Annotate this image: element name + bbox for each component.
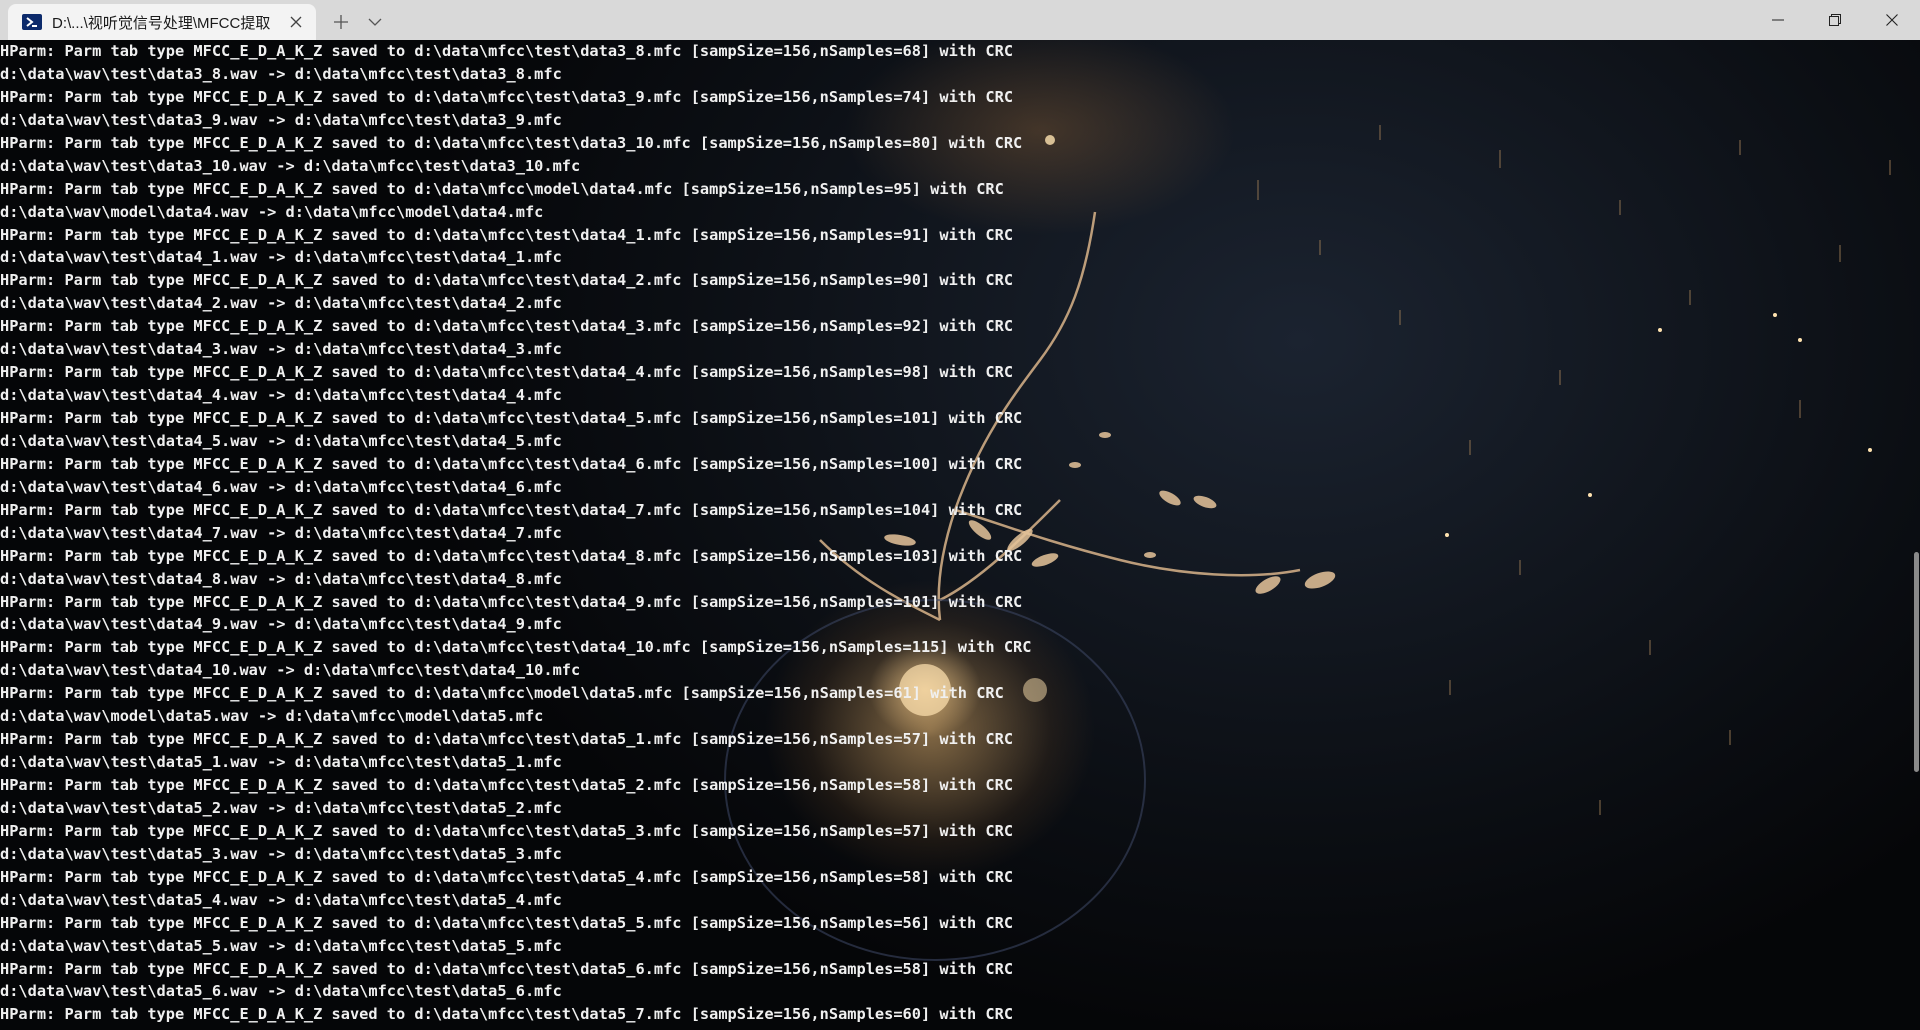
terminal-line: d:\data\wav\test\data3_8.wav -> d:\data\… (0, 64, 562, 83)
minimize-button[interactable] (1749, 0, 1806, 40)
terminal-line: HParm: Parm tab type MFCC_E_D_A_K_Z save… (0, 592, 1023, 611)
terminal-line: d:\data\wav\test\data4_10.wav -> d:\data… (0, 661, 581, 680)
terminal-line: d:\data\wav\test\data4_9.wav -> d:\data\… (0, 615, 562, 634)
terminal-line: HParm: Parm tab type MFCC_E_D_A_K_Z save… (0, 913, 1014, 932)
terminal-line: HParm: Parm tab type MFCC_E_D_A_K_Z save… (0, 454, 1023, 473)
terminal-line: HParm: Parm tab type MFCC_E_D_A_K_Z save… (0, 500, 1023, 519)
terminal-line: HParm: Parm tab type MFCC_E_D_A_K_Z save… (0, 1005, 1014, 1024)
terminal-pane[interactable]: HParm: Parm tab type MFCC_E_D_A_K_Z save… (0, 40, 1920, 1030)
terminal-line: d:\data\wav\test\data5_5.wav -> d:\data\… (0, 936, 562, 955)
terminal-line: HParm: Parm tab type MFCC_E_D_A_K_Z save… (0, 363, 1014, 382)
terminal-line: d:\data\wav\test\data5_2.wav -> d:\data\… (0, 798, 562, 817)
terminal-line: d:\data\wav\test\data5_3.wav -> d:\data\… (0, 844, 562, 863)
window-close-button[interactable] (1863, 0, 1920, 40)
terminal-line: d:\data\wav\test\data4_4.wav -> d:\data\… (0, 386, 562, 405)
terminal-line: HParm: Parm tab type MFCC_E_D_A_K_Z save… (0, 87, 1014, 106)
tab-dropdown-button[interactable] (358, 4, 392, 40)
terminal-line: HParm: Parm tab type MFCC_E_D_A_K_Z save… (0, 821, 1014, 840)
terminal-line: d:\data\wav\test\data3_9.wav -> d:\data\… (0, 110, 562, 129)
terminal-line: HParm: Parm tab type MFCC_E_D_A_K_Z save… (0, 684, 1004, 703)
scrollbar-thumb[interactable] (1914, 552, 1919, 772)
terminal-line: HParm: Parm tab type MFCC_E_D_A_K_Z save… (0, 179, 1004, 198)
terminal-line: d:\data\wav\model\data4.wav -> d:\data\m… (0, 202, 544, 221)
terminal-line: d:\data\wav\test\data4_3.wav -> d:\data\… (0, 340, 562, 359)
new-tab-button[interactable] (324, 4, 358, 40)
close-icon (1885, 14, 1898, 26)
terminal-line: d:\data\wav\test\data4_7.wav -> d:\data\… (0, 523, 562, 542)
terminal-line: HParm: Parm tab type MFCC_E_D_A_K_Z save… (0, 638, 1032, 657)
terminal-tab[interactable]: D:\...\视听觉信号处理\MFCC提取 (8, 4, 316, 40)
terminal-line: HParm: Parm tab type MFCC_E_D_A_K_Z save… (0, 546, 1023, 565)
terminal-line: HParm: Parm tab type MFCC_E_D_A_K_Z save… (0, 317, 1014, 336)
tab-title: D:\...\视听觉信号处理\MFCC提取 (52, 14, 271, 32)
terminal-line: HParm: Parm tab type MFCC_E_D_A_K_Z save… (0, 133, 1023, 152)
restore-icon (1828, 14, 1841, 26)
terminal-line: d:\data\wav\model\data5.wav -> d:\data\m… (0, 707, 544, 726)
terminal-line: HParm: Parm tab type MFCC_E_D_A_K_Z save… (0, 42, 1014, 60)
terminal-line: d:\data\wav\test\data5_1.wav -> d:\data\… (0, 753, 562, 772)
terminal-line: d:\data\wav\test\data3_10.wav -> d:\data… (0, 156, 581, 175)
terminal-line: d:\data\wav\test\data5_6.wav -> d:\data\… (0, 982, 562, 1001)
terminal-line: d:\data\wav\test\data4_8.wav -> d:\data\… (0, 569, 562, 588)
terminal-line: HParm: Parm tab type MFCC_E_D_A_K_Z save… (0, 867, 1014, 886)
terminal-line: d:\data\wav\test\data5_4.wav -> d:\data\… (0, 890, 562, 909)
plus-icon (334, 15, 348, 29)
terminal-line: d:\data\wav\test\data4_5.wav -> d:\data\… (0, 431, 562, 450)
terminal-line: d:\data\wav\test\data4_1.wav -> d:\data\… (0, 248, 562, 267)
terminal-line: HParm: Parm tab type MFCC_E_D_A_K_Z save… (0, 776, 1014, 794)
chevron-down-icon (368, 18, 382, 26)
terminal-line: HParm: Parm tab type MFCC_E_D_A_K_Z save… (0, 271, 1014, 290)
powershell-icon (22, 14, 42, 30)
scrollbar[interactable] (1912, 40, 1920, 1030)
terminal-line: HParm: Parm tab type MFCC_E_D_A_K_Z save… (0, 225, 1014, 244)
terminal-line: HParm: Parm tab type MFCC_E_D_A_K_Z save… (0, 730, 1014, 749)
terminal-line: HParm: Parm tab type MFCC_E_D_A_K_Z save… (0, 409, 1023, 427)
title-bar: D:\...\视听觉信号处理\MFCC提取 (0, 0, 1920, 40)
minimize-icon (1771, 19, 1784, 21)
restore-button[interactable] (1806, 0, 1863, 40)
terminal-line: HParm: Parm tab type MFCC_E_D_A_K_Z save… (0, 959, 1014, 978)
terminal-line: d:\data\wav\test\data4_2.wav -> d:\data\… (0, 294, 562, 313)
terminal-output: HParm: Parm tab type MFCC_E_D_A_K_Z save… (0, 40, 1031, 1026)
close-icon[interactable] (284, 10, 308, 34)
terminal-line: d:\data\wav\test\data4_6.wav -> d:\data\… (0, 477, 562, 496)
window-controls (1749, 0, 1920, 40)
